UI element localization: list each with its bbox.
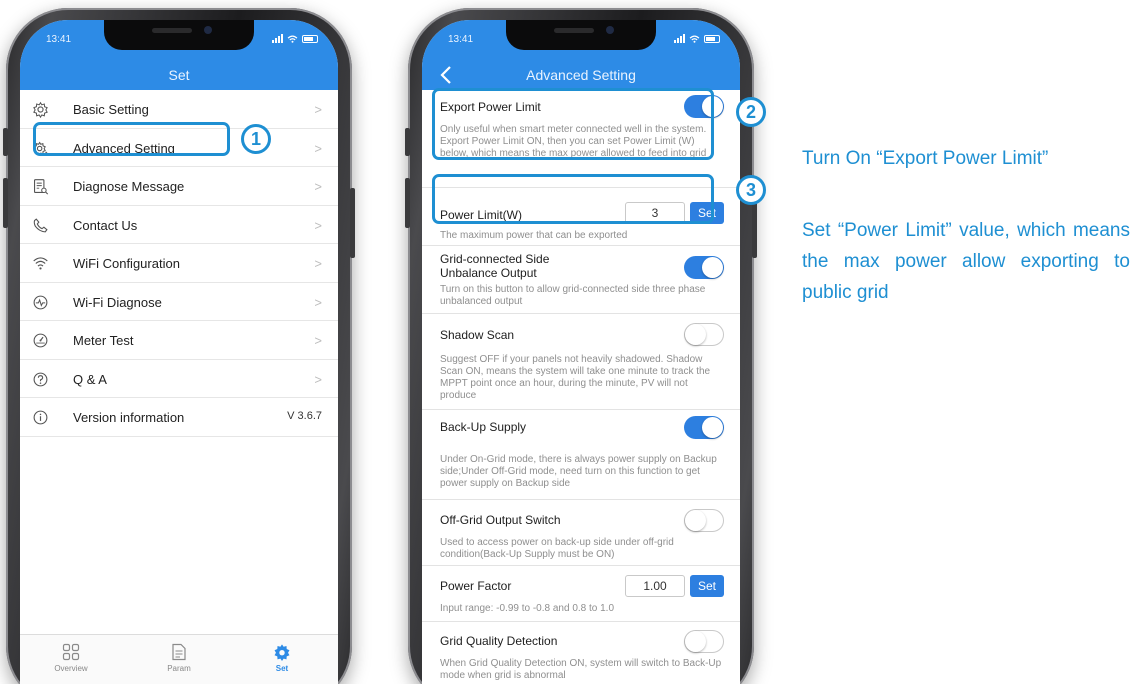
menu-item-version-information[interactable]: Version information V 3.6.7 [20,398,338,437]
menu-item-label: Version information [73,410,185,425]
status-time: 13:41 [46,34,72,45]
menu-item-wifi-configuration[interactable]: WiFi Configuration > [20,244,338,283]
chevron-right-icon: > [314,333,322,348]
backup-supply-toggle[interactable] [684,416,724,439]
menu-item-label: Q & A [73,371,107,387]
chevron-right-icon: > [314,371,322,387]
step-2-instruction: Turn On “Export Power Limit” [802,148,1049,169]
menu-item-label: Contact Us [73,217,138,233]
setting-title: Power Factor [440,579,512,593]
volume-up-button [3,178,8,228]
signal-icon [272,34,283,43]
menu-item-label: WiFi Configuration [73,256,180,271]
wifi-icon [33,257,48,270]
menu-item-label: Wi-Fi Diagnose [73,294,162,310]
menu-item-wifi-diagnose[interactable]: Wi-Fi Diagnose > [20,283,338,321]
setting-description: Input range: -0.99 to -0.8 and 0.8 to 1.… [440,603,615,614]
setting-description: Under On-Grid mode, there is always powe… [440,454,717,489]
tab-overview[interactable]: Overview [41,643,101,673]
wifi-status-icon [287,34,298,43]
mute-switch [405,128,410,156]
gear-icon [33,101,48,118]
power-factor-set-button[interactable]: Set [690,575,724,597]
help-icon [33,372,48,386]
notch [104,20,254,50]
menu-item-label: Basic Setting [73,102,149,117]
chevron-right-icon: > [314,140,322,156]
overview-grid-icon [62,643,80,661]
setting-power-factor: Power Factor 1.00 Set Input range: -0.99… [422,566,740,622]
power-factor-input[interactable]: 1.00 [625,575,685,597]
step-3-instruction: Set “Power Limit” value, which means the… [802,220,1130,303]
setting-title: Back-Up Supply [440,420,527,434]
setting-backup-supply: Back-Up Supply Under On-Grid mode, there… [422,410,740,500]
mute-switch [3,128,8,156]
tab-label: Set [275,664,289,673]
status-icons [272,34,318,43]
setting-title: Shadow Scan [440,328,515,342]
page-title: Set [168,67,190,83]
tab-set[interactable]: Set [252,643,312,673]
gauge-icon [33,333,48,348]
grid-quality-detection-toggle[interactable] [684,630,724,653]
battery-icon [704,34,720,43]
status-time: 13:41 [448,34,474,45]
setting-description: Suggest OFF if your panels not heavily s… [440,354,711,401]
setting-grid-unbalance-output: Grid-connected Side Unbalance Output Tur… [422,246,740,314]
chevron-right-icon: > [314,179,322,194]
setting-title: Off-Grid Output Switch [440,513,561,527]
highlight-power-limit [432,174,714,224]
tab-param[interactable]: Param [149,643,209,673]
phone-icon [33,217,48,232]
setting-title: Grid Quality Detection [440,634,558,648]
chevron-right-icon: > [314,294,322,310]
phone-frame-left: 13:41 Set Basic Setting > Advanced Setti… [3,8,355,684]
setting-description: The maximum power that can be exported [440,230,628,241]
tab-label: Param [167,664,191,673]
menu-item-label: Diagnose Message [73,179,185,194]
battery-icon [302,34,318,43]
setting-description: When Grid Quality Detection ON, system w… [440,658,722,681]
setting-shadow-scan: Shadow Scan Suggest OFF if your panels n… [422,314,740,410]
step-2-marker: 2 [736,97,766,127]
power-button [350,188,355,258]
wifi-diagnose-icon [33,295,48,309]
chevron-right-icon: > [314,102,322,117]
menu-item-contact-us[interactable]: Contact Us > [20,206,338,244]
setting-description: Turn on this button to allow grid-connec… [440,284,706,307]
page-title: Advanced Setting [526,67,636,83]
setting-title: Grid-connected Side Unbalance Output [440,252,550,280]
off-grid-output-toggle[interactable] [684,509,724,532]
menu-item-diagnose-message[interactable]: Diagnose Message > [20,167,338,206]
tab-label: Overview [54,664,88,673]
diagnose-icon [33,179,49,195]
version-value: V 3.6.7 [287,410,322,422]
menu-item-label: Meter Test [73,333,134,348]
bottom-tab-bar: Overview Param Set [20,634,338,684]
signal-icon [674,34,685,43]
chevron-right-icon: > [314,217,322,233]
set-gear-icon [274,644,290,661]
menu-item-q-and-a[interactable]: Q & A > [20,360,338,398]
menu-item-meter-test[interactable]: Meter Test > [20,321,338,360]
param-document-icon [172,643,186,661]
highlight-export-power-limit [432,88,714,160]
notch [506,20,656,50]
setting-description: Used to access power on back-up side und… [440,537,674,560]
highlight-advanced-setting [33,122,230,156]
chevron-right-icon: > [314,256,322,271]
step-3-marker: 3 [736,175,766,205]
wifi-status-icon [689,34,700,43]
unbalance-output-toggle[interactable] [684,256,724,279]
volume-up-button [405,178,410,228]
setting-grid-quality-detection: Grid Quality Detection When Grid Quality… [422,622,740,684]
setting-off-grid-output-switch: Off-Grid Output Switch Used to access po… [422,500,740,566]
step-1-marker: 1 [241,124,271,154]
info-icon [33,410,48,425]
status-icons [674,34,720,43]
set-screen: 13:41 Set Basic Setting > Advanced Setti… [20,20,338,684]
shadow-scan-toggle[interactable] [684,323,724,346]
